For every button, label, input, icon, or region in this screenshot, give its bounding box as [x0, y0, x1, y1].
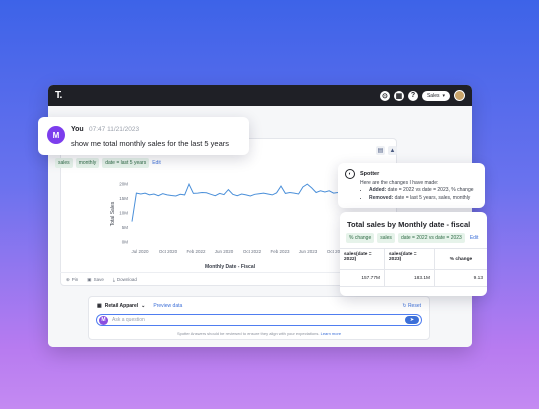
disclaimer: Spotter Answers should be reviewed to en…	[89, 331, 429, 336]
reset-button[interactable]: ↻ Reset	[402, 303, 421, 309]
y-axis-label: Total Sales	[110, 201, 116, 226]
user-avatar[interactable]	[454, 90, 465, 101]
spotter-message-card: ◐ Spotter Here are the changes I have ma…	[338, 163, 485, 208]
save-label: Save	[93, 277, 104, 282]
table-cell: 9.13	[473, 275, 483, 281]
user-message-card: M You 07:47 11/21/2023 show me total mon…	[38, 117, 249, 155]
history-icon[interactable]: ⊙	[379, 90, 390, 101]
save-icon: ▣	[87, 276, 92, 282]
table-cell: 157.77M	[340, 270, 385, 286]
column-header[interactable]: % change	[435, 249, 487, 269]
table-header-row: sales(date = 2022) sales(date = 2023) % …	[340, 249, 487, 270]
chip-sales[interactable]: sales	[55, 158, 73, 168]
top-bar-actions: ⊙ ▦ ? Sales ▾	[379, 90, 465, 101]
reset-label: Reset	[407, 303, 421, 309]
user-message-avatar: M	[47, 126, 65, 144]
x-tick-label: Feb 2023	[270, 249, 290, 254]
chart-edit-link[interactable]: Edit	[152, 160, 161, 166]
data-source-selector[interactable]: ▦ Retail Apparel ⌄	[97, 303, 145, 309]
save-button[interactable]: ▣ Save	[87, 277, 104, 283]
y-tick-label: 15M	[119, 196, 128, 201]
spotter-change-removed: Removed: date = last 5 years, sales, mon…	[369, 195, 474, 201]
y-tick-label: 5M	[122, 225, 129, 230]
spotter-changes-list: Added: date = 2022 vs date = 2023, % cha…	[364, 187, 474, 202]
x-tick-label: Jul 2020	[131, 249, 149, 254]
org-dropdown[interactable]: Sales ▾	[421, 90, 450, 101]
spotter-title: Spotter	[360, 171, 380, 177]
y-tick-label: 20M	[119, 181, 128, 186]
spotter-intro: Here are the changes I have made:	[360, 180, 439, 186]
column-header[interactable]: sales(date = 2022)	[340, 249, 385, 269]
y-tick-label: 10M	[119, 210, 128, 215]
pin-icon: ⊛	[66, 276, 70, 282]
pin-label: Pin	[71, 277, 79, 282]
ask-input-box[interactable]: M Ask a question ➤	[96, 314, 422, 326]
chart-chips: sales monthly date = last 5 years Edit	[55, 158, 161, 168]
table-cell: 183.1M	[385, 270, 435, 286]
send-button[interactable]: ➤	[405, 316, 419, 324]
x-tick-label: Jun 2023	[299, 249, 318, 254]
source-row: ▦ Retail Apparel ⌄ Preview data ↻ Reset	[97, 301, 421, 311]
user-message-text: show me total monthly sales for the last…	[71, 139, 229, 148]
download-label: Download	[116, 277, 137, 282]
x-tick-label: Oct 2022	[243, 249, 262, 254]
table-view-icon[interactable]: ▤	[376, 146, 385, 155]
result-table: sales(date = 2022) sales(date = 2023) % …	[340, 248, 487, 287]
chip-percent-change[interactable]: % change	[346, 233, 375, 243]
ask-panel: ▦ Retail Apparel ⌄ Preview data ↻ Reset …	[88, 296, 430, 340]
result-title: Total sales by Monthly date - fiscal	[347, 220, 471, 229]
column-header[interactable]: sales(date = 2023)	[385, 249, 435, 269]
chip-date[interactable]: date = last 5 years	[102, 158, 150, 168]
y-tick-label: 0M	[122, 240, 129, 245]
org-dropdown-label: Sales	[426, 92, 440, 99]
thoughtspot-logo[interactable]: T.	[55, 90, 62, 101]
x-tick-label: Oct 2020	[159, 249, 178, 254]
help-icon[interactable]: ?	[407, 90, 418, 101]
result-card: Total sales by Monthly date - fiscal % c…	[340, 212, 487, 296]
learn-more-link[interactable]: Learn more	[321, 331, 341, 336]
send-icon: ➤	[409, 317, 415, 323]
result-chips: % change sales date = 2022 vs date = 202…	[346, 233, 478, 243]
disclaimer-text: Spotter Answers should be reviewed to en…	[176, 331, 320, 336]
chip-monthly[interactable]: monthly	[75, 158, 100, 168]
spotter-icon: ◐	[345, 169, 355, 179]
series-line	[131, 182, 339, 222]
result-edit-link[interactable]: Edit	[470, 235, 479, 241]
chart-view-icon[interactable]: ▲	[388, 146, 397, 155]
data-source-name: Retail Apparel	[104, 303, 139, 309]
chevron-down-icon: ⌄	[141, 303, 146, 309]
sales-line-chart: 20M 15M 10M 5M 0M Jul 2020 Oct 2020 Feb 2022 Ju…	[110, 181, 342, 270]
chart-view-toggle: ▤ ▲	[376, 146, 397, 155]
spotter-change-added: Added: date = 2022 vs date = 2023, % cha…	[369, 187, 474, 193]
download-button[interactable]: ⤓ Download	[113, 277, 137, 282]
chip-sales[interactable]: sales	[377, 233, 395, 243]
x-tick-label: Jun 2020	[215, 249, 234, 254]
pin-button[interactable]: ⊛ Pin	[66, 277, 78, 283]
apps-icon[interactable]: ▦	[393, 90, 404, 101]
user-message-time: 07:47 11/21/2023	[89, 126, 140, 133]
table-row: 157.77M 183.1M 9.13	[340, 270, 487, 287]
top-bar: T. ⊙ ▦ ? Sales ▾	[48, 85, 472, 106]
table-icon: ▦	[97, 303, 102, 309]
chevron-down-icon: ▾	[442, 92, 445, 99]
chip-date-compare[interactable]: date = 2022 vs date = 2023	[397, 233, 465, 243]
preview-data-link[interactable]: Preview data	[153, 303, 182, 309]
ask-avatar: M	[99, 315, 108, 325]
download-icon: ⤓	[112, 277, 115, 282]
x-tick-label: Feb 2022	[186, 249, 206, 254]
user-message-name: You	[71, 126, 84, 133]
x-axis-label: Monthly Date - Fiscal	[205, 264, 256, 270]
ask-input-placeholder[interactable]: Ask a question	[112, 317, 145, 323]
